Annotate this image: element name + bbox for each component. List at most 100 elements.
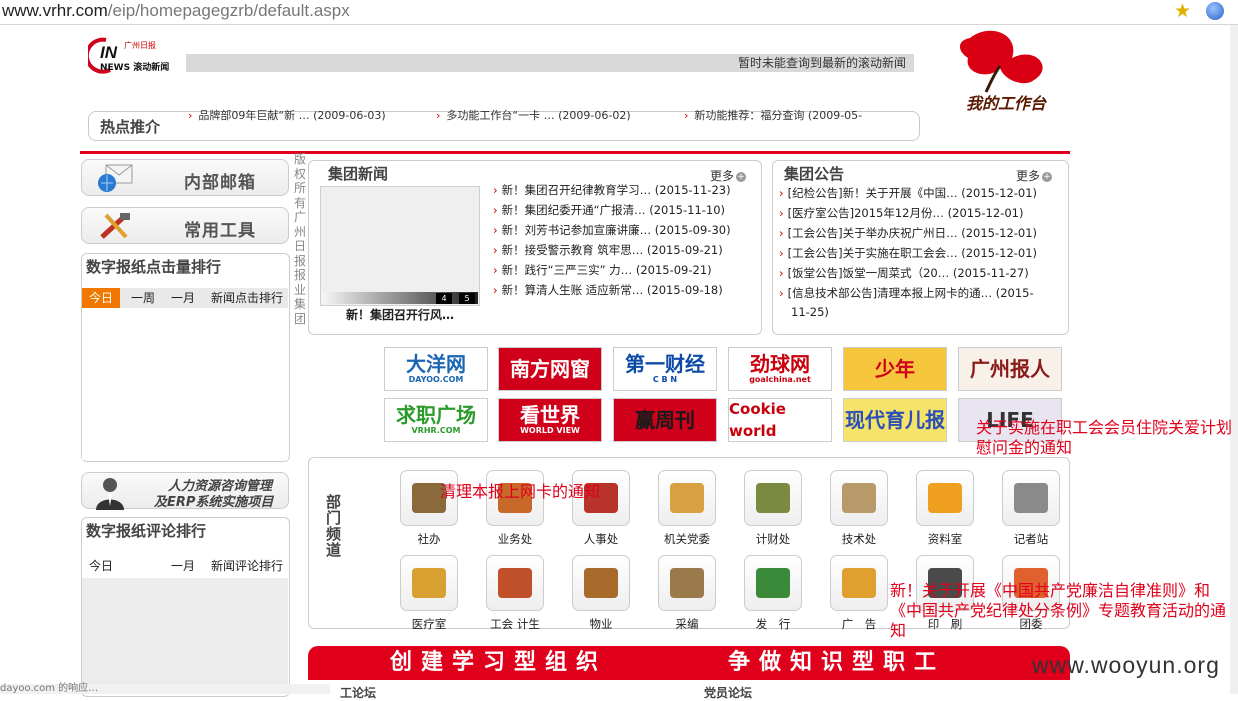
common-tools-button[interactable]: 常用工具 [81,207,289,244]
partner-logo[interactable]: 大洋网 DAYOO.COM [384,347,488,391]
department-name: 医疗室 [411,617,447,631]
overlay-note-a: 关于实施在职工会会员住院关爱计划慰问金的通知 [976,418,1233,457]
department-name: 发 行 [755,617,791,631]
group-notice-title: 集团公告 [784,165,845,183]
department-name: 人事处 [583,532,619,546]
notice-item[interactable]: › [工会公告]关于举办庆祝广州日… (2015-12-01) [779,225,1037,241]
slideshow-bar [322,292,478,304]
comment-rank-title: 数字报纸评论排行 [86,522,207,540]
department-name: 机关党委 [664,532,710,546]
department-button[interactable]: 资料室 [916,470,974,547]
department-button[interactable]: 记者站 [1002,470,1060,547]
globe-icon[interactable] [1206,2,1224,20]
group-news-title: 集团新闻 [328,165,389,183]
department-name: 工会 计生 [490,617,540,631]
department-button[interactable]: 发 行 [744,555,802,632]
department-name: 物业 [589,617,613,631]
copyright-vertical: 版权所有广州日报报业集团 [293,152,306,326]
department-icon [830,555,888,611]
tab-month[interactable]: 一月 [164,288,202,308]
department-name: 计财处 [755,532,791,546]
partner-logo[interactable]: 现代育儿报 [843,398,947,442]
hot-item[interactable]: › 多功能工作台“一卡 … (2009-06-02) [436,107,631,123]
slide-page-button[interactable]: 5 [459,293,475,304]
tab-month[interactable]: 一月 [164,556,202,576]
tab-today[interactable]: 今日 [82,556,120,576]
department-button[interactable]: 机关党委 [658,470,716,547]
department-icon [572,555,630,611]
watermark: www.wooyun.org [1032,652,1220,678]
partner-logo[interactable]: 广州报人 [958,347,1062,391]
partner-logo[interactable]: 赢周刊 [613,398,717,442]
tab-news-click-rank[interactable]: 新闻点击排行 [206,288,288,308]
department-icon [658,470,716,526]
hot-item[interactable]: › 品牌部09年巨献“新 … (2009-06-03) [188,107,386,123]
news-item[interactable]: › 新！集团召开纪律教育学习… (2015-11-23) [493,182,731,198]
department-button[interactable]: 医疗室 [400,555,458,632]
bookmark-star-icon[interactable]: ★ [1174,1,1194,21]
tab-today[interactable]: 今日 [82,288,120,308]
notice-item[interactable]: › [纪检公告]新！关于开展《中国… (2015-12-01) [779,185,1037,201]
status-bar: dayoo.com 的响应… [0,684,330,694]
slideshow-caption[interactable]: 新！集团召开行风… [320,306,480,323]
partner-logo[interactable]: 南方网窗 [498,347,602,391]
news-item[interactable]: › 新！接受警示教育 筑牢思… (2015-09-21) [493,242,723,258]
click-rank-list [82,308,288,460]
department-name: 资料室 [927,532,963,546]
department-icon [830,470,888,526]
department-button[interactable]: 技术处 [830,470,888,547]
department-button[interactable]: 物业 [572,555,630,632]
notice-item[interactable]: › [信息技术部公告]清理本报上网卡的通… (2015- [779,285,1034,301]
department-button[interactable]: 广 告 [830,555,888,632]
internal-mail-button[interactable]: 内部邮箱 [81,159,289,196]
hr-consulting-banner[interactable]: 人力资源咨询管理 及ERP系统实施项目 [81,472,289,510]
partner-logo[interactable]: 看世界 WORLD VIEW [498,398,602,442]
department-label: 部门频道 [326,493,342,559]
news-slideshow-image[interactable] [320,186,480,306]
department-icon [658,555,716,611]
department-name: 业务处 [497,532,533,546]
workbench-label[interactable]: 我的工作台 [966,90,1046,114]
news-logo[interactable]: IN 广州日报 NEWS 滚动新闻 [84,36,180,76]
department-name: 采编 [675,617,699,631]
department-name: 广 告 [841,617,877,631]
forum-left-heading[interactable]: 工论坛 [340,684,376,701]
partner-logo[interactable]: 劲球网 goalchina.net [728,347,832,391]
partner-logo[interactable]: Cookie world [728,398,832,442]
click-rank-title: 数字报纸点击量排行 [86,258,222,276]
department-icon [1002,470,1060,526]
department-button[interactable]: 计财处 [744,470,802,547]
tab-news-comment-rank[interactable]: 新闻评论排行 [206,556,288,576]
news-item[interactable]: › 新！集团纪委开通“广报清… (2015-11-10) [493,202,725,218]
notice-item[interactable]: › [工会公告]关于实施在职工会会… (2015-12-01) [779,245,1037,261]
comment-rank-list [82,578,288,694]
department-name: 社办 [417,532,441,546]
slogan-banner: 创建学习型组织 争做知识型职工 [308,646,1070,680]
department-name: 记者站 [1013,532,1049,546]
partner-logo[interactable]: 第一财经 C B N [613,347,717,391]
partner-logo[interactable]: 少年 [843,347,947,391]
notice-item[interactable]: › [医疗室公告]2015年12月份… (2015-12-01) [779,205,1023,221]
department-icon [486,555,544,611]
url-text[interactable]: www.vrhr.com/eip/homepagegzrb/default.as… [2,0,350,22]
department-icon [744,470,802,526]
news-item[interactable]: › 新！践行“三严三实” 力… (2015-09-21) [493,262,712,278]
news-item[interactable]: › 新！算清人生账 适应新常… (2015-09-18) [493,282,723,298]
overlay-note-b: 清理本报上网卡的通知 [440,482,601,501]
svg-text:NEWS 滚动新闻: NEWS 滚动新闻 [100,61,169,73]
group-notice-more-link[interactable]: 更多 + [1016,167,1053,184]
notice-item-wrap[interactable]: 11-25) [791,305,829,319]
news-item[interactable]: › 新！刘芳书记参加宣廉讲廉… (2015-09-30) [493,222,731,238]
department-button[interactable]: 采编 [658,555,716,632]
slide-page-button[interactable]: 4 [436,293,452,304]
header-divider [80,151,1070,154]
partner-logo[interactable]: 求职广场 VRHR.COM [384,398,488,442]
svg-text:广州日报: 广州日报 [124,40,156,50]
mail-icon [96,163,136,193]
department-button[interactable]: 工会 计生 [486,555,544,632]
tab-week[interactable]: 一周 [124,288,162,308]
forum-right-heading[interactable]: 党员论坛 [704,684,752,701]
hot-item[interactable]: › 新功能推荐：福分查询 (2009-05- [684,107,862,123]
svg-text:IN: IN [100,43,118,62]
notice-item[interactable]: › [饭堂公告]饭堂一周菜式（20… (2015-11-27) [779,265,1029,281]
